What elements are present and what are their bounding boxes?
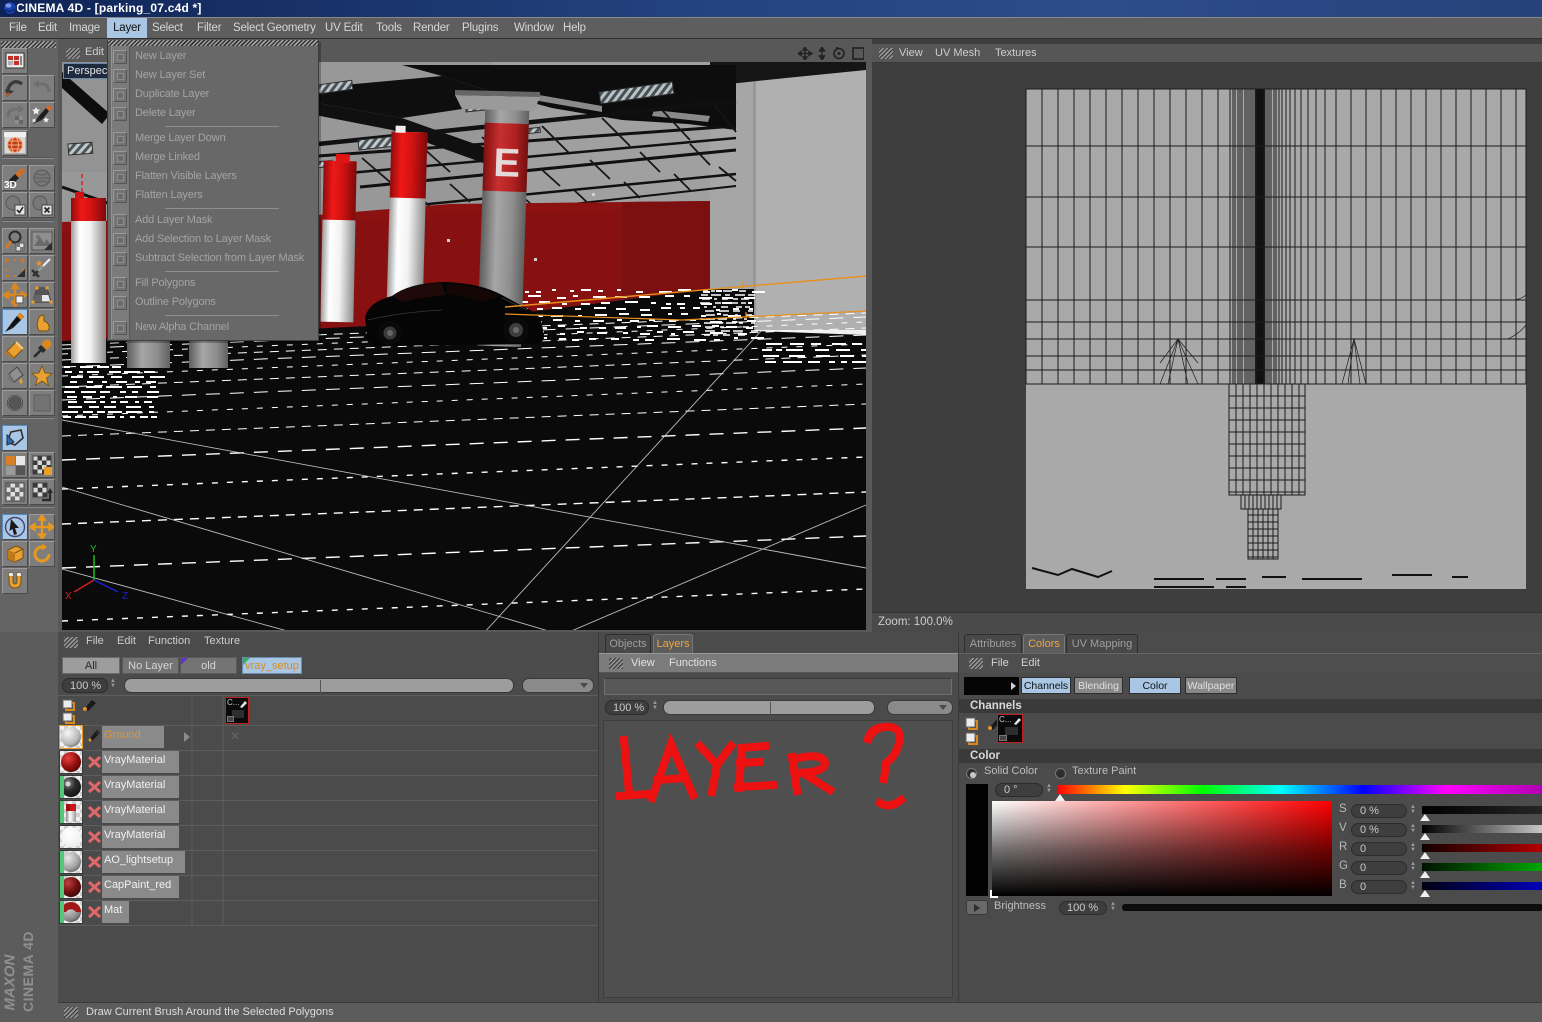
svg-text:Y: Y — [90, 544, 97, 555]
svg-text:3D: 3D — [4, 180, 17, 190]
svg-text:Z: Z — [122, 591, 128, 602]
svg-text:E: E — [493, 141, 521, 186]
svg-text:X: X — [65, 591, 72, 602]
